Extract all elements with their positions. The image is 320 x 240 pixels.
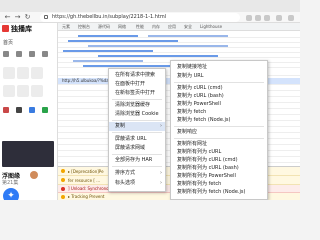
category-tile[interactable] [31, 67, 43, 79]
forward-button[interactable]: → [13, 13, 22, 22]
lock-icon [44, 15, 48, 19]
submenu-item[interactable]: 复制为 fetch (Node.js) [171, 116, 267, 125]
warning-icon [61, 169, 65, 173]
devtools-tabs: 元素 控制台 源代码 网络 性能 内存 应用 安全 Lighthouse [58, 23, 300, 31]
submenu-item[interactable]: 复制链接地址 [171, 63, 267, 72]
menu-item-clear-cache[interactable]: 清除浏览器缓存 [109, 101, 165, 110]
menu-item-open-in-panel[interactable]: 在面板中打开 [109, 80, 165, 89]
extension-icon[interactable] [276, 15, 282, 21]
tab-application[interactable]: 应用 [168, 24, 176, 30]
extension-icon[interactable] [246, 15, 252, 21]
refresh-button[interactable]: ↻ [23, 13, 32, 22]
red-icon[interactable] [3, 107, 9, 113]
web-page: 独播库 首页 浮图缘 第21集 ✦ [0, 23, 58, 200]
menu-item-search-all[interactable]: 在所有请求中搜索 [109, 71, 165, 80]
menu-separator [112, 99, 162, 100]
category-tile[interactable] [17, 85, 29, 97]
menu-item-block-domain[interactable]: 屏蔽请求网域 [109, 144, 165, 153]
menu-item-copy[interactable]: 复制 › [109, 122, 165, 131]
menu-icon[interactable] [288, 15, 294, 21]
category-tile[interactable] [3, 67, 15, 79]
menu-separator [112, 154, 162, 155]
menu-separator [112, 166, 162, 167]
submenu-arrow-icon: › [160, 180, 162, 186]
menu-icon[interactable] [3, 51, 9, 57]
tab-security[interactable]: 安全 [184, 24, 192, 30]
menu-item-header-label: 标头选项 [115, 180, 136, 186]
category-tile[interactable] [31, 85, 43, 97]
submenu-arrow-icon: › [160, 170, 162, 176]
user-icon[interactable] [29, 51, 35, 57]
star-fab-icon[interactable]: ✦ [3, 188, 19, 200]
browser-toolbar: ← → ↻ https://gh.thebellbu.in/subplay/22… [0, 12, 300, 23]
nav-home[interactable]: 首页 [3, 39, 13, 46]
menu-separator [112, 132, 162, 133]
video-episode: 第21集 [2, 180, 19, 186]
context-menu: 在所有请求中搜索 在面板中打开 在新标签页中打开 清除浏览器缓存 清除浏览器 C… [108, 68, 166, 192]
site-title[interactable]: 独播库 [11, 24, 32, 34]
green-icon[interactable] [42, 107, 48, 113]
category-tile[interactable] [17, 67, 29, 79]
tab-performance[interactable]: 性能 [136, 24, 144, 30]
warning-icon [61, 178, 65, 182]
address-bar[interactable]: https://gh.thebellbu.in/subplay/2218-1-1… [40, 13, 240, 22]
tab-sources[interactable]: 源代码 [98, 24, 110, 30]
site-logo [2, 25, 9, 32]
error-icon [61, 187, 65, 191]
dark-icon[interactable] [16, 107, 22, 113]
menu-separator [112, 120, 162, 121]
submenu-item[interactable]: 复制为 URL [171, 72, 267, 81]
back-button[interactable]: ← [3, 13, 12, 22]
menu-item-sort-by[interactable]: 排序方式 › [109, 169, 165, 178]
menu-item-clear-cookies[interactable]: 清除浏览器 Cookie [109, 110, 165, 119]
submenu-item[interactable]: 复制所有列为 fetch (Node.js) [171, 188, 267, 197]
menu-separator [174, 82, 264, 83]
menu-item-open-new-tab[interactable]: 在新标签页中打开 [109, 89, 165, 98]
tab-elements[interactable]: 元素 [62, 24, 70, 30]
submenu-arrow-icon: › [160, 123, 162, 129]
menu-item-save-har[interactable]: 全部另存为 HAR [109, 156, 165, 165]
menu-separator [174, 126, 264, 127]
menu-item-sort-label: 排序方式 [115, 170, 136, 176]
tab-lighthouse[interactable]: Lighthouse [200, 24, 222, 29]
menu-item-block-url[interactable]: 屏蔽请求 URL [109, 135, 165, 144]
tab-console[interactable]: 控制台 [78, 24, 90, 30]
blue-icon[interactable] [29, 107, 35, 113]
tab-network[interactable]: 网络 [118, 24, 126, 30]
submenu-item[interactable]: 复制响应 [171, 128, 267, 137]
screen: ← → ↻ https://gh.thebellbu.in/subplay/22… [0, 0, 300, 200]
search-icon[interactable] [16, 51, 22, 57]
extension-icon[interactable] [264, 15, 270, 21]
copy-submenu: 复制链接地址 复制为 URL 复制为 cURL (cmd) 复制为 cURL (… [170, 60, 268, 200]
tab-strip [0, 0, 300, 12]
menu-item-copy-label: 复制 [115, 123, 126, 129]
warning-icon [61, 195, 65, 199]
tab-memory[interactable]: 内存 [152, 24, 160, 30]
category-tile[interactable] [3, 85, 15, 97]
windows-icon[interactable] [42, 51, 48, 57]
video-thumbnail[interactable] [2, 141, 54, 167]
menu-separator [174, 138, 264, 139]
extension-icon[interactable] [255, 15, 261, 21]
menu-item-header-options[interactable]: 标头选项 › [109, 179, 165, 188]
avatar [30, 171, 38, 179]
